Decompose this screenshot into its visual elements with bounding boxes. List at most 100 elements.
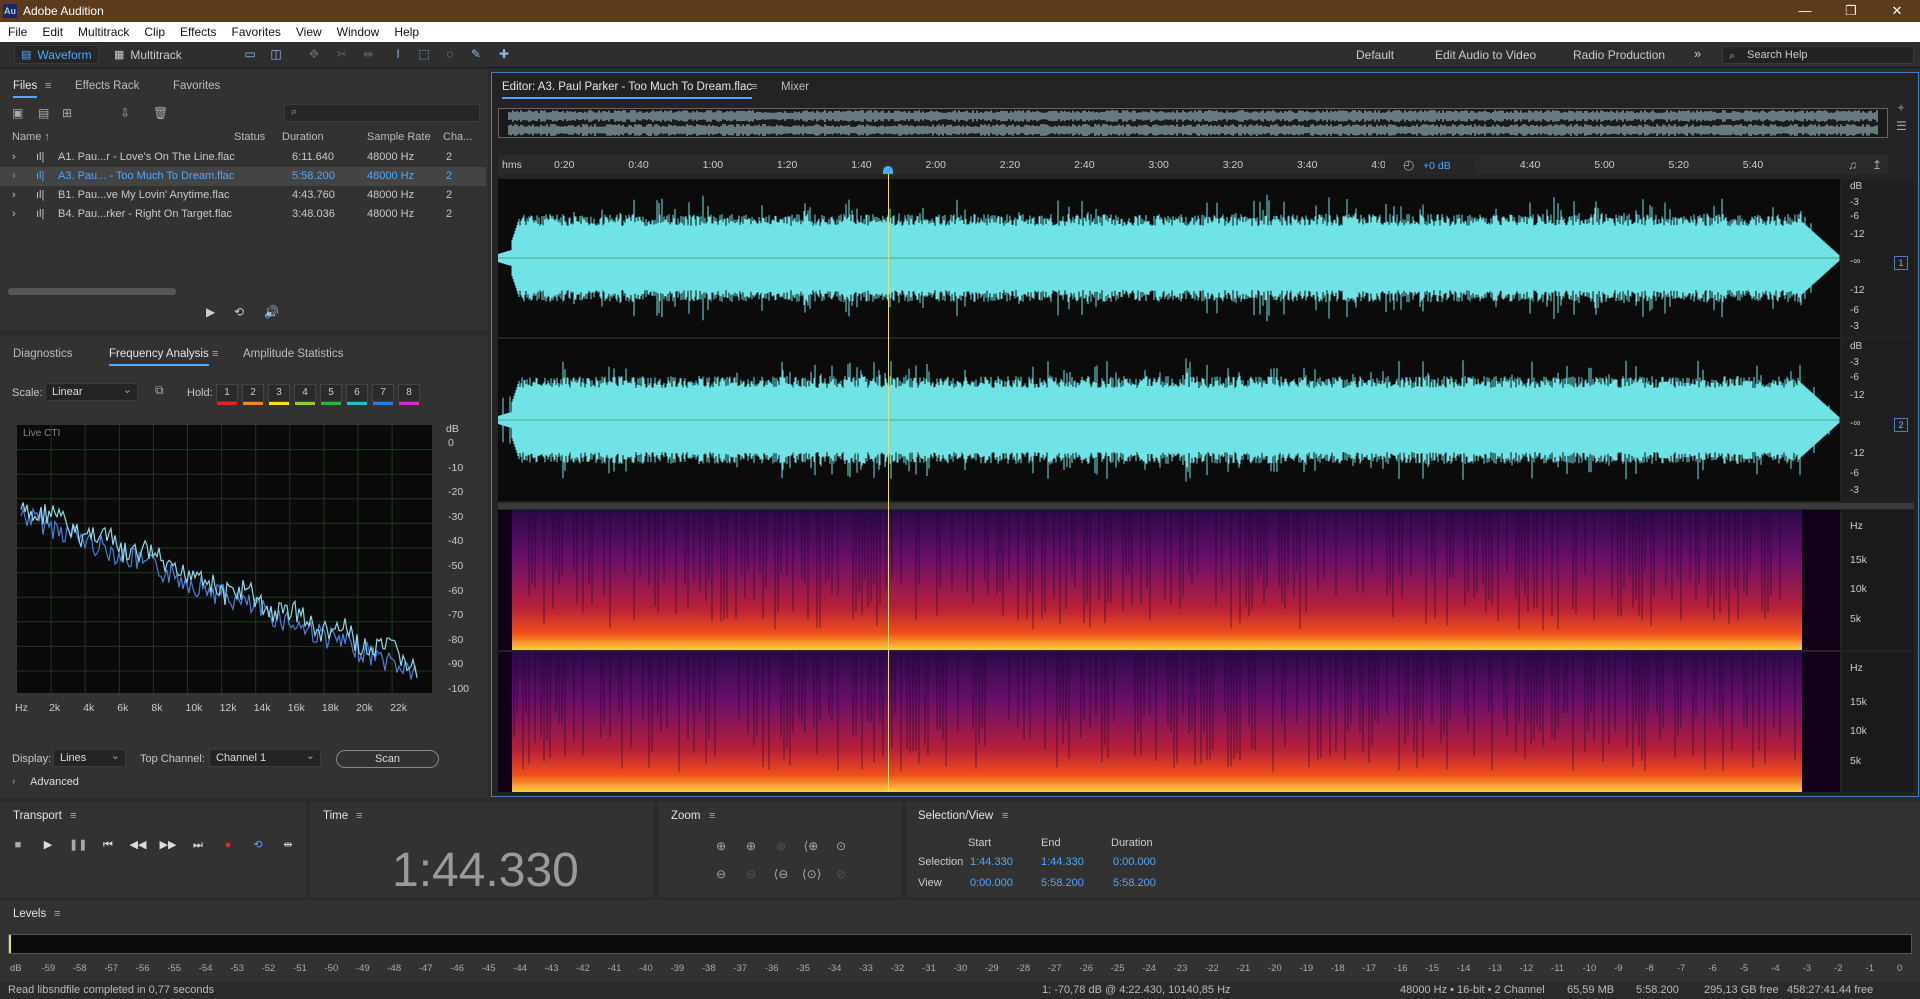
menu-edit[interactable]: Edit [42, 25, 63, 39]
editor-menu-icon[interactable]: ≡ [751, 81, 757, 93]
skip-selection-button[interactable]: ⇹ [279, 836, 297, 854]
zoom-to-selection-icon[interactable]: ⟨⊖ [772, 866, 790, 882]
move-tool-icon[interactable]: ✥ [306, 47, 322, 61]
files-menu-icon[interactable]: ≡ [45, 80, 51, 92]
zoom-in-time-icon[interactable]: ⊕ [742, 838, 760, 854]
razor-tool-icon[interactable]: ✂ [334, 47, 350, 61]
fast-forward-button[interactable]: ▶▶ [159, 836, 177, 854]
multitrack-view-button[interactable]: ▦ Multitrack [108, 45, 188, 64]
zoom-out-amplitude-icon[interactable]: ⊖ [712, 866, 730, 882]
advanced-toggle[interactable]: Advanced [30, 776, 79, 788]
waveform-channel-1[interactable] [498, 179, 1840, 337]
selection-view-menu-icon[interactable]: ≡ [1002, 810, 1008, 822]
tab-effects-rack[interactable]: Effects Rack [75, 80, 139, 92]
col-channels[interactable]: Cha... [443, 131, 472, 143]
hold-button-5[interactable]: 5 [320, 384, 342, 405]
move-to-next-button[interactable]: ⏭ [189, 836, 207, 854]
files-filter-input[interactable]: ⌕ [284, 104, 480, 122]
file-expand-icon[interactable]: › [12, 170, 16, 182]
col-duration[interactable]: Duration [282, 131, 324, 143]
time-menu-icon[interactable]: ≡ [356, 810, 362, 822]
file-expand-icon[interactable]: › [12, 208, 16, 220]
autoplay-icon[interactable]: 🔊 [264, 305, 279, 319]
menu-multitrack[interactable]: Multitrack [78, 25, 129, 39]
col-status[interactable]: Status [234, 131, 265, 143]
advanced-chevron-icon[interactable]: › [12, 776, 15, 787]
zoom-out-selection-icon[interactable]: ⊘ [832, 866, 850, 882]
view-start[interactable]: 0:00.000 [970, 877, 1013, 889]
spot-healing-tool-icon[interactable]: ✚ [496, 47, 512, 61]
record-button[interactable]: ● [219, 836, 237, 854]
tab-favorites[interactable]: Favorites [173, 80, 220, 92]
zoom-in-amplitude-icon[interactable]: ⊕ [712, 838, 730, 854]
channel-1-badge[interactable]: 1 [1894, 256, 1908, 270]
display-dropdown[interactable]: Lines [53, 748, 126, 767]
new-file-icon[interactable]: ⊞ [62, 106, 72, 120]
file-expand-icon[interactable]: › [12, 151, 16, 163]
zoom-menu-icon[interactable]: ≡ [709, 810, 715, 822]
lasso-tool-icon[interactable]: ◌ [442, 47, 458, 61]
view-end[interactable]: 5:58.200 [1041, 877, 1084, 889]
hold-button-1[interactable]: 1 [216, 384, 238, 405]
loop-playback-button[interactable]: ⟲ [249, 836, 267, 854]
menu-favorites[interactable]: Favorites [232, 25, 281, 39]
files-horizontal-scrollbar[interactable] [8, 288, 176, 295]
minimize-button[interactable]: — [1782, 0, 1828, 22]
menu-window[interactable]: Window [337, 25, 380, 39]
close-button[interactable]: ✕ [1874, 0, 1920, 22]
zoom-reset-icon[interactable]: ⊙ [832, 838, 850, 854]
waveform-view-button[interactable]: ▤ Waveform [14, 45, 99, 64]
scale-dropdown[interactable]: Linear [45, 382, 138, 401]
loop-file-icon[interactable]: ⟲ [234, 305, 244, 319]
play-button[interactable]: ▶ [39, 836, 57, 854]
file-row[interactable]: › ıl| B4. Pau...rker - Right On Target.fla… [0, 205, 486, 224]
hold-button-2[interactable]: 2 [242, 384, 264, 405]
workspace-radio-production[interactable]: Radio Production [1573, 48, 1665, 62]
zoom-overview-icon[interactable]: ✦ [1896, 101, 1906, 115]
hold-button-4[interactable]: 4 [294, 384, 316, 405]
tab-frequency-analysis[interactable]: Frequency Analysis [109, 348, 209, 366]
playhead[interactable] [888, 171, 889, 792]
insert-into-multitrack-icon[interactable]: ⇩ [120, 106, 130, 120]
zoom-out-time-icon[interactable]: ⊖ [742, 866, 760, 882]
file-row[interactable]: › ıl| A3. Pau... - Too Much To Dream.flac 5… [0, 167, 486, 186]
channel-2-badge[interactable]: 2 [1894, 418, 1908, 432]
tab-editor[interactable]: Editor: A3. Paul Parker - Too Much To Dr… [502, 81, 753, 99]
view-duration[interactable]: 5:58.200 [1113, 877, 1156, 889]
search-help-input[interactable]: ⌕ Search Help [1722, 46, 1914, 64]
playhead-handle[interactable] [883, 166, 893, 174]
menu-file[interactable]: File [8, 25, 27, 39]
time-display[interactable]: 1:44.330 [392, 843, 579, 898]
frequency-plot[interactable]: Live CTI [16, 424, 433, 694]
brush-tool-icon[interactable]: ✎ [468, 47, 484, 61]
tab-mixer[interactable]: Mixer [781, 81, 809, 93]
menu-view[interactable]: View [296, 25, 322, 39]
play-file-icon[interactable]: ▶ [206, 305, 215, 319]
move-to-previous-button[interactable]: ⏮ [99, 836, 117, 854]
col-sample-rate[interactable]: Sample Rate [367, 131, 431, 143]
import-file-icon[interactable]: ▤ [38, 106, 49, 120]
hold-button-6[interactable]: 6 [346, 384, 368, 405]
hold-button-3[interactable]: 3 [268, 384, 290, 405]
time-selection-tool-icon[interactable]: I [390, 47, 406, 61]
workspace-edit-audio-to-video[interactable]: Edit Audio to Video [1435, 48, 1536, 62]
more-workspaces-button[interactable]: » [1694, 46, 1701, 61]
hud-gain[interactable]: ◴ +0 dB [1385, 157, 1475, 175]
menu-effects[interactable]: Effects [180, 25, 216, 39]
tab-diagnostics[interactable]: Diagnostics [13, 348, 72, 360]
selection-duration[interactable]: 0:00.000 [1113, 856, 1156, 868]
workspace-default[interactable]: Default [1356, 48, 1394, 62]
zoom-selection-edges-icon[interactable]: ⟨⊙⟩ [802, 866, 821, 882]
top-channel-dropdown[interactable]: Channel 1 [209, 748, 321, 767]
maximize-button[interactable]: ❐ [1828, 0, 1874, 22]
close-file-icon[interactable]: 🗑 [153, 106, 168, 120]
overview-bar[interactable] [498, 108, 1888, 138]
levels-menu-icon[interactable]: ≡ [54, 908, 60, 920]
file-row[interactable]: › ıl| A1. Pau...r - Love's On The Line.fla… [0, 148, 486, 167]
zoom-out-full-icon[interactable]: ⊛ [772, 838, 790, 854]
selection-end[interactable]: 1:44.330 [1041, 856, 1084, 868]
scan-button[interactable]: Scan [336, 750, 439, 768]
snapshot-icon[interactable]: ⧉ [155, 383, 164, 398]
headphones-icon[interactable]: ♫ [1848, 158, 1857, 172]
frequency-menu-icon[interactable]: ≡ [212, 348, 218, 360]
